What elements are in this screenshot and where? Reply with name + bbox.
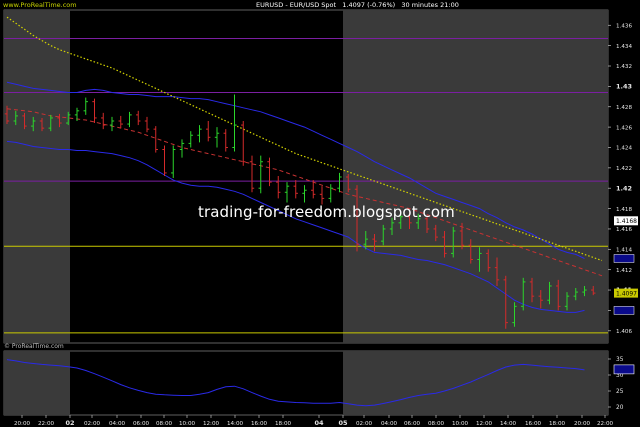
x-tick-label: 16:00 [251, 421, 268, 427]
x-tick-label: 10:00 [179, 421, 196, 427]
x-tick-label: 20:00 [574, 421, 591, 427]
ohlc-bar [302, 185, 307, 203]
time-label: 21:00 [440, 1, 459, 9]
brand-label: www.ProRealTime.com [3, 1, 77, 9]
ohlc-bar [101, 112, 106, 130]
x-tick-label: 08:00 [156, 421, 173, 427]
ohlc-bar [206, 121, 211, 142]
session-shade-ind-right [343, 351, 608, 415]
x-tick-label: 22:00 [597, 421, 614, 427]
y-tick-label: 1.434 [616, 44, 632, 50]
y-tick-label: 1.414 [616, 248, 632, 254]
y-tick-label: 1.428 [616, 105, 632, 111]
x-tick-label: 14:00 [227, 421, 244, 427]
x-tick-label: 14:00 [500, 421, 517, 427]
ohlc-bar [293, 180, 298, 199]
x-tick-label: 05 [338, 419, 348, 427]
ohlc-bar [276, 175, 281, 199]
ohlc-bar [153, 126, 158, 153]
price-tag: 1.4097 [614, 288, 638, 298]
last-price-label: 1.4097 [342, 1, 366, 9]
ohlc-bar [267, 157, 272, 187]
y-tick-label: 1.426 [616, 125, 632, 131]
ohlc-bar [136, 110, 141, 126]
watermark-text: trading-for-freedom.blogspot.com [198, 203, 455, 221]
x-tick-label: 10:00 [452, 421, 469, 427]
y-tick-label: 1.436 [616, 23, 632, 29]
ohlc-bar [214, 127, 220, 148]
ohlc-bar [144, 116, 150, 133]
y-tick-label: 1.42 [616, 184, 632, 192]
indicator-y-tick-label: 20 [616, 405, 624, 411]
ohlc-bar [258, 155, 263, 194]
ohlc-bar [127, 111, 132, 128]
ohlc-bar [284, 182, 290, 203]
ohlc-bar [92, 98, 97, 124]
y-tick-label: 1.416 [616, 227, 632, 233]
x-tick-label: 16:00 [525, 421, 542, 427]
y-tick-label: 1.418 [616, 207, 632, 213]
chart-title: EURUSD - EUR/USD Spot 1.4097 (-0.76%) 30… [256, 0, 459, 10]
x-tick-label: 20:00 [14, 421, 31, 427]
session-shade-main-left [4, 10, 70, 343]
x-tick-label: 04:00 [109, 421, 126, 427]
ohlc-bar [319, 186, 325, 205]
ohlc-bar [83, 97, 88, 115]
indicator-y-tick-label: 25 [616, 389, 624, 395]
instrument-label: EURUSD - EUR/USD Spot [256, 1, 337, 9]
x-tick-label: 22:00 [38, 421, 55, 427]
x-tick-label: 06:00 [133, 421, 150, 427]
y-tick-label: 1.406 [616, 329, 632, 335]
indicator-y-tick-label: 35 [616, 357, 624, 363]
session-shade-main-right [343, 10, 608, 343]
indicator-value-tag [613, 364, 635, 375]
price-tag-label: 1.4168 [616, 218, 637, 225]
y-tick-label: 1.432 [616, 64, 632, 70]
bollinger-lower-tag [613, 306, 635, 315]
ohlc-bar [328, 184, 333, 203]
ohlc-bar [223, 129, 228, 152]
indicator-brand-label: © ProRealTime.com [4, 343, 64, 350]
change-label: (-0.76%) [367, 1, 396, 9]
x-tick-label: 02:00 [356, 421, 373, 427]
y-tick-label: 1.422 [616, 166, 632, 172]
x-tick-label: 18:00 [549, 421, 566, 427]
ohlc-bar [188, 131, 193, 148]
ohlc-bar [197, 125, 202, 143]
x-tick-label: 12:00 [203, 421, 220, 427]
ohlc-bar [249, 155, 255, 193]
x-tick-label: 12:00 [476, 421, 493, 427]
bollinger-upper-tag [613, 254, 635, 263]
x-tick-label: 04 [314, 419, 324, 427]
x-tick-label: 02 [65, 419, 74, 427]
ohlc-bar [179, 139, 185, 158]
price-tag-label: 1.4097 [616, 291, 637, 298]
x-tick-label: 18:00 [275, 421, 292, 427]
y-tick-label: 1.412 [616, 268, 632, 274]
ohlc-bar [162, 145, 167, 176]
y-tick-label: 1.424 [616, 146, 632, 152]
ohlc-bar [118, 115, 123, 129]
ohlc-bar [109, 116, 115, 132]
ohlc-bar [171, 145, 176, 179]
timeframe-label: 30 minutes [401, 1, 439, 9]
y-tick-label: 1.43 [616, 83, 632, 91]
x-tick-label: 02:00 [84, 421, 101, 427]
x-tick-label: 06:00 [404, 421, 421, 427]
ohlc-bar [232, 94, 237, 152]
price-tag: 1.4168 [614, 216, 638, 226]
x-tick-label: 08:00 [428, 421, 445, 427]
ohlc-bar [337, 172, 342, 193]
x-tick-label: 04:00 [381, 421, 398, 427]
